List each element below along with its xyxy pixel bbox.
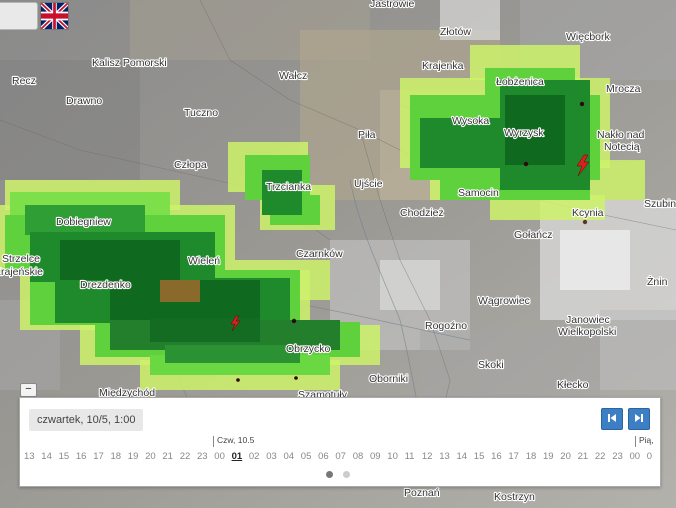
strike-dot: [579, 101, 585, 107]
city-label: Obrzycko: [286, 343, 331, 355]
strike-dot: [291, 318, 297, 324]
city-label: Kostrzyn: [494, 491, 535, 503]
city-label: Strzelce: [2, 253, 40, 265]
city-label: Drawno: [66, 95, 102, 107]
strike-dot: [582, 219, 588, 225]
city-label: Szubin: [644, 198, 676, 210]
city-label: Wielkopolski: [558, 326, 616, 338]
hour-tick[interactable]: 21: [162, 451, 173, 462]
city-label: Krajeńskie: [0, 266, 43, 278]
hour-tick[interactable]: 05: [301, 451, 312, 462]
city-label: Drezdenko: [80, 279, 131, 291]
hour-tick[interactable]: 18: [111, 451, 122, 462]
hour-tick[interactable]: 19: [543, 451, 554, 462]
hour-tick[interactable]: 17: [93, 451, 104, 462]
city-label: Złotów: [440, 26, 471, 38]
hour-tick[interactable]: 12: [422, 451, 433, 462]
hour-tick[interactable]: 22: [180, 451, 191, 462]
city-label: Rogoźno: [425, 320, 467, 332]
city-label: Wieleń: [188, 255, 220, 267]
hour-tick[interactable]: 15: [59, 451, 70, 462]
city-label: Więcbork: [566, 31, 611, 43]
city-label: Czarnków: [296, 248, 343, 260]
hour-tick[interactable]: 19: [128, 451, 139, 462]
city-label: Janowiec: [566, 314, 610, 326]
strike-dot: [523, 161, 529, 167]
city-label: Chodzież: [400, 207, 444, 219]
city-label: Piła: [358, 129, 376, 141]
city-label: Nakło nad: [597, 129, 644, 141]
page-dot[interactable]: [326, 471, 333, 478]
city-label: Żnin: [647, 275, 668, 288]
hour-tick[interactable]: 13: [439, 451, 450, 462]
city-label: Wągrowiec: [478, 295, 530, 307]
hour-tick[interactable]: 14: [457, 451, 468, 462]
city-label: Samocin: [458, 187, 499, 199]
hour-tick[interactable]: 10: [387, 451, 398, 462]
city-label: Mrocza: [606, 83, 641, 95]
hour-tick[interactable]: 04: [284, 451, 295, 462]
hour-tick[interactable]: 08: [353, 451, 364, 462]
hour-tick[interactable]: 06: [318, 451, 329, 462]
hour-tick[interactable]: 18: [526, 451, 537, 462]
city-label: Skoki: [478, 359, 504, 371]
city-label: Człopa: [174, 159, 207, 171]
hour-tick[interactable]: 17: [508, 451, 519, 462]
current-time-label: czwartek, 10/5, 1:00: [29, 409, 144, 431]
city-label: Krajenka: [422, 60, 464, 72]
hour-tick[interactable]: 20: [560, 451, 571, 462]
hour-tick[interactable]: 16: [76, 451, 87, 462]
city-label: Jastrowie: [370, 0, 415, 10]
hour-tick[interactable]: 01: [232, 451, 243, 462]
uk-flag-icon: [41, 3, 68, 29]
hour-tick[interactable]: 07: [335, 451, 346, 462]
hour-tick[interactable]: 23: [612, 451, 623, 462]
hour-tick[interactable]: 22: [595, 451, 606, 462]
hour-tick[interactable]: 20: [145, 451, 156, 462]
hour-tick[interactable]: 15: [474, 451, 485, 462]
city-label: Notecią: [604, 141, 640, 153]
collapse-timeline-button[interactable]: −: [20, 383, 37, 397]
language-button[interactable]: [40, 2, 69, 30]
city-label: Oborniki: [369, 373, 408, 385]
timeline-panel: czwartek, 10/5, 1:00 Czw, 10.5 Pią, 13 14…: [19, 397, 661, 487]
hour-tick[interactable]: 00: [214, 451, 225, 462]
hour-tick[interactable]: 16: [491, 451, 502, 462]
hour-tick[interactable]: 09: [370, 451, 381, 462]
city-label: Tuczno: [184, 107, 218, 119]
hour-tick[interactable]: 11: [405, 451, 415, 462]
city-label: Kcynia: [572, 207, 604, 219]
city-label: Ujście: [354, 178, 383, 190]
page-dot[interactable]: [343, 471, 350, 478]
hour-tick[interactable]: 00: [630, 451, 641, 462]
city-label: Gołańcz: [514, 229, 553, 241]
next-frame-button[interactable]: [628, 408, 650, 430]
city-label: Recz: [12, 75, 36, 87]
prev-frame-button[interactable]: [601, 408, 623, 430]
city-label: Wysoka: [452, 115, 489, 127]
day-label: Pią,: [635, 436, 654, 447]
strike-dot: [294, 376, 298, 380]
hour-tick[interactable]: 13: [24, 451, 35, 462]
skip-prev-icon: [608, 414, 616, 422]
city-label: Kalisz Pomorski: [92, 57, 167, 69]
skip-next-icon: [635, 414, 643, 422]
city-label: Wałcz: [279, 70, 307, 82]
day-label: Czw, 10.5: [213, 436, 254, 447]
hour-tick[interactable]: 21: [578, 451, 589, 462]
city-label: Kłecko: [557, 379, 589, 391]
city-label: Poznań: [404, 487, 440, 499]
city-label: Łobżenica: [496, 76, 544, 88]
strike-dot: [236, 378, 240, 382]
city-label: Wyrzysk: [504, 127, 544, 139]
map-search-box[interactable]: [0, 2, 38, 30]
hour-tick[interactable]: 23: [197, 451, 208, 462]
city-label: Trzcianka: [266, 181, 311, 193]
hour-tick[interactable]: 0: [647, 451, 652, 462]
hour-tick[interactable]: 14: [41, 451, 52, 462]
hour-tick[interactable]: 02: [249, 451, 260, 462]
hour-tick[interactable]: 03: [266, 451, 277, 462]
city-label: Dobiegniew: [56, 216, 111, 228]
